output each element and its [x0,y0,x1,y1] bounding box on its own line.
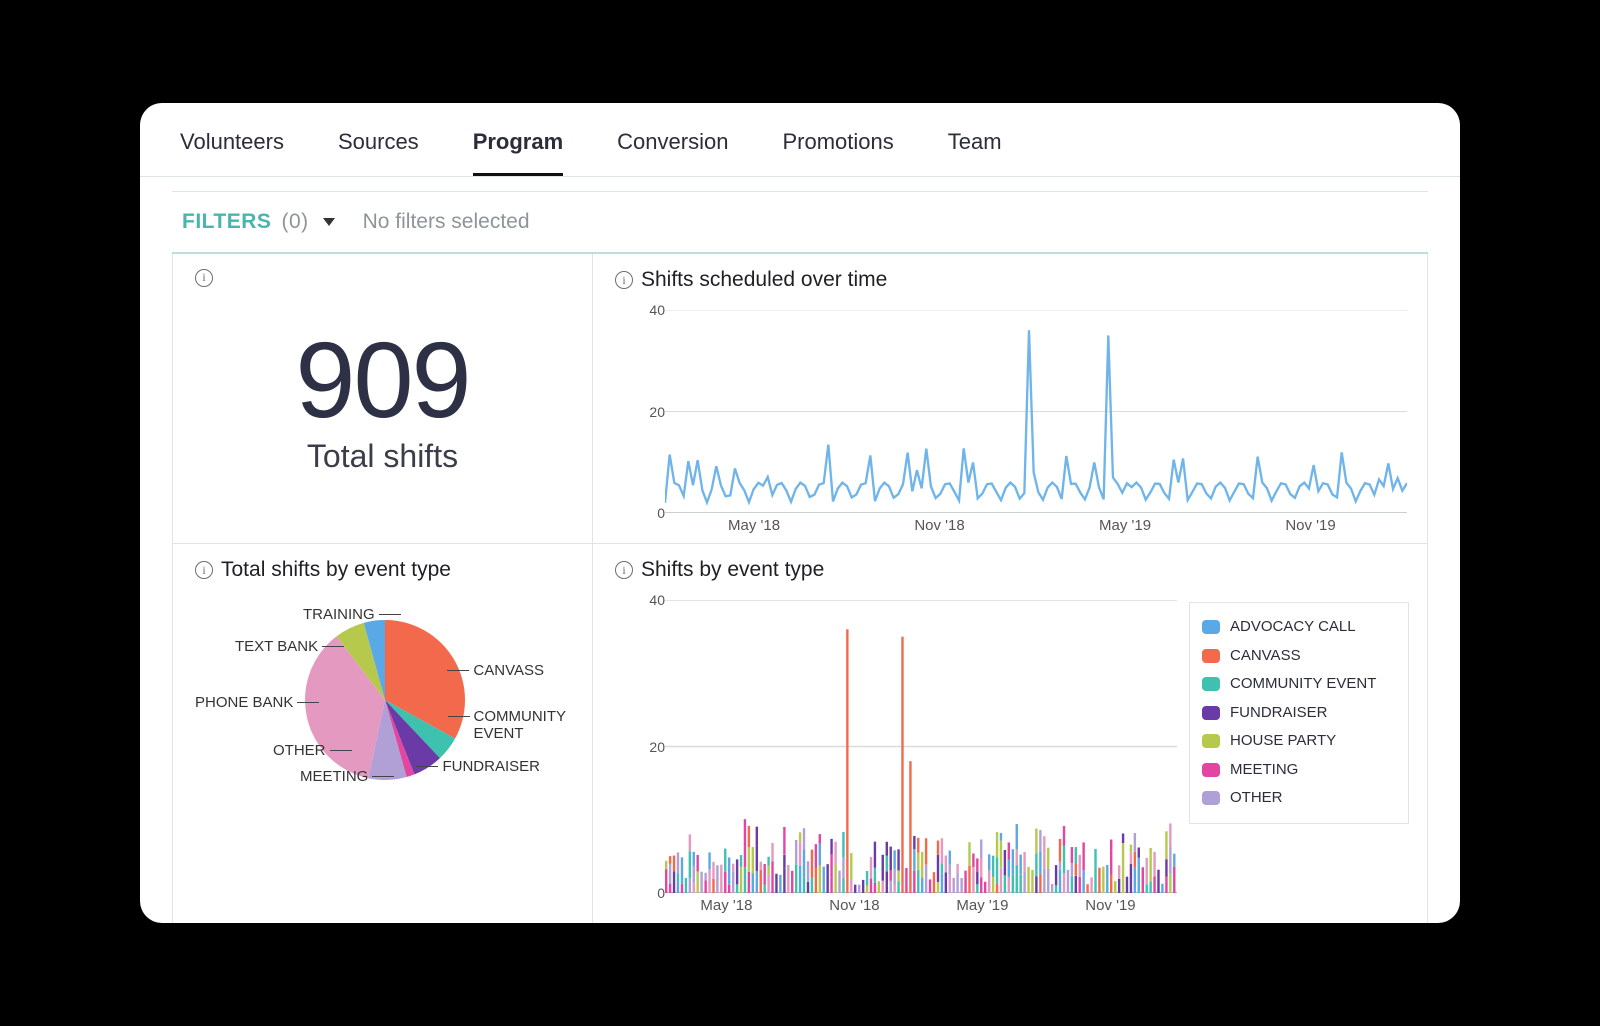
card-stacked: i Shifts by event type 0 20 40 [593,544,1427,923]
legend: ADVOCACY CALLCANVASSCOMMUNITY EVENTFUNDR… [1189,602,1409,824]
legend-item[interactable]: COMMUNITY EVENT [1202,670,1396,699]
legend-swatch [1202,791,1220,805]
card-shifts-over-time: i Shifts scheduled over time 0 20 40 [593,254,1427,544]
legend-swatch [1202,677,1220,691]
x-tick: Nov '18 [829,897,879,914]
legend-label: MEETING [1230,756,1298,785]
legend-label: HOUSE PARTY [1230,727,1336,756]
legend-swatch [1202,620,1220,634]
legend-item[interactable]: FUNDRAISER [1202,699,1396,728]
pie-label-community: COMMUNITY EVENT [448,708,567,742]
dashboard-window: Volunteers Sources Program Conversion Pr… [140,103,1460,923]
card-title: Total shifts by event type [221,558,451,582]
y-tick: 40 [649,592,665,608]
pie-label-canvass: CANVASS [447,662,544,679]
total-shifts-value: 909 [195,317,570,442]
legend-swatch [1202,763,1220,777]
info-icon[interactable]: i [615,271,633,289]
filters-count: (0) [281,210,308,234]
filter-bar: FILTERS (0) No filters selected [172,191,1428,254]
pie-label-training: TRAINING [303,606,401,623]
y-tick: 0 [657,505,665,521]
info-icon[interactable]: i [195,561,213,579]
legend-label: OTHER [1230,784,1283,813]
info-icon[interactable]: i [195,269,213,287]
y-axis: 0 20 40 [641,310,665,513]
y-tick: 20 [649,404,665,420]
filters-label: FILTERS [182,210,271,234]
tab-sources[interactable]: Sources [338,129,419,176]
legend-label: COMMUNITY EVENT [1230,670,1376,699]
pie-chart: CANVASS COMMUNITY EVENT FUNDRAISER MEETI… [195,590,570,790]
x-axis: May '18 Nov '18 May '19 Nov '19 [665,897,1177,917]
legend-item[interactable]: ADVOCACY CALL [1202,613,1396,642]
legend-label: FUNDRAISER [1230,699,1328,728]
x-tick: Nov '18 [914,517,964,534]
filters-dropdown[interactable]: FILTERS (0) [182,210,335,234]
tab-team[interactable]: Team [948,129,1002,176]
legend-item[interactable]: CANVASS [1202,642,1396,671]
y-tick: 0 [657,885,665,901]
x-tick: May '18 [728,517,780,534]
tab-volunteers[interactable]: Volunteers [180,129,284,176]
card-total-shifts: i 909 Total shifts [173,254,593,544]
legend-item[interactable]: OTHER [1202,784,1396,813]
legend-swatch [1202,649,1220,663]
tab-promotions[interactable]: Promotions [782,129,893,176]
card-pie: i Total shifts by event type CANVASS COM… [173,544,593,923]
y-tick: 40 [649,302,665,318]
pie-label-other: OTHER [273,742,352,759]
dashboard-grid: i 909 Total shifts i Shifts scheduled ov… [172,254,1428,923]
filters-status-text: No filters selected [363,210,530,234]
x-tick: Nov '19 [1085,897,1135,914]
chevron-down-icon [323,218,335,226]
stacked-bar-chart [665,600,1177,893]
x-tick: Nov '19 [1285,517,1335,534]
card-title: Shifts scheduled over time [641,268,887,292]
line-chart [665,310,1407,513]
legend-label: CANVASS [1230,642,1301,671]
legend-item[interactable]: HOUSE PARTY [1202,727,1396,756]
card-title: Shifts by event type [641,558,824,582]
y-tick: 20 [649,739,665,755]
total-shifts-label: Total shifts [195,438,570,475]
pie-label-phonebank: PHONE BANK [195,694,319,711]
legend-item[interactable]: MEETING [1202,756,1396,785]
x-tick: May '18 [700,897,752,914]
x-axis: May '18 Nov '18 May '19 Nov '19 [665,517,1407,537]
tab-conversion[interactable]: Conversion [617,129,728,176]
x-tick: May '19 [956,897,1008,914]
x-tick: May '19 [1099,517,1151,534]
pie-label-meeting: MEETING [300,768,394,785]
y-axis: 0 20 40 [641,600,665,893]
legend-label: ADVOCACY CALL [1230,613,1356,642]
legend-swatch [1202,706,1220,720]
pie-label-textbank: TEXT BANK [235,638,344,655]
info-icon[interactable]: i [615,561,633,579]
tab-program[interactable]: Program [473,129,563,176]
legend-swatch [1202,734,1220,748]
pie-label-fundraiser: FUNDRAISER [416,758,540,775]
tab-bar: Volunteers Sources Program Conversion Pr… [140,103,1460,177]
